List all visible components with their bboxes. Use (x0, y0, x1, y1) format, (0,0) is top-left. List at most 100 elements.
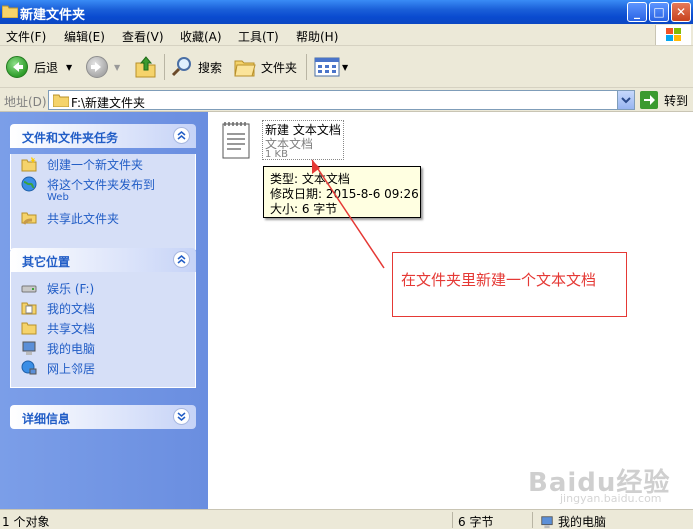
go-label: 转到 (664, 93, 689, 108)
file-label: 新建 文本文档 文本文档 1 KB (262, 120, 344, 160)
maximize-button[interactable]: □ (649, 2, 669, 22)
place-drive-f[interactable]: 娱乐 (F:) (11, 278, 195, 298)
places-panel-title: 其它位置 (22, 255, 71, 269)
place-my-documents-label: 我的文档 (47, 302, 96, 316)
my-computer-icon (541, 515, 553, 528)
folders-icon (234, 60, 256, 77)
toolbar-divider (306, 54, 307, 80)
status-divider (532, 512, 533, 528)
minimize-button[interactable]: _ (627, 2, 647, 22)
status-object-count: 1 个对象 (2, 515, 50, 529)
my-computer-icon (21, 340, 37, 356)
my-documents-icon (21, 300, 37, 316)
place-shared-documents[interactable]: 共享文档 (11, 318, 195, 338)
task-new-folder-label: 创建一个新文件夹 (47, 158, 144, 172)
status-size: 6 字节 (458, 515, 494, 529)
forward-arrow-icon (86, 56, 108, 78)
places-panel-body: 娱乐 (F:) 我的文档 共享文档 我的电脑 网上邻居 (10, 272, 196, 388)
address-bar: 地址(D) F:\新建文件夹 转到 (0, 88, 693, 112)
task-pane: 文件和文件夹任务 创建一个新文件夹 将这个文件夹发布到 Web 共享此文件夹 其… (0, 112, 208, 509)
place-my-computer[interactable]: 我的电脑 (11, 338, 195, 358)
back-label: 后退 (34, 60, 59, 75)
place-my-computer-label: 我的电脑 (47, 342, 96, 356)
address-input[interactable]: F:\新建文件夹 (48, 90, 635, 110)
details-panel: 详细信息 (10, 405, 196, 429)
toolbar-divider (164, 54, 165, 80)
status-bar: 1 个对象 6 字节 我的电脑 (0, 509, 693, 529)
place-shared-documents-label: 共享文档 (47, 322, 96, 336)
views-button[interactable]: ▼ (314, 54, 348, 80)
annotation-text: 在文件夹里新建一个文本文档 (401, 271, 597, 289)
share-folder-icon (21, 210, 37, 226)
status-location-label: 我的电脑 (558, 515, 607, 529)
views-dropdown-icon[interactable]: ▼ (342, 63, 348, 72)
drive-icon (21, 280, 37, 296)
address-label: 地址(D) (4, 95, 47, 109)
window-title: 新建文件夹 (20, 8, 86, 23)
folders-button[interactable]: 文件夹 (233, 54, 297, 80)
menu-view[interactable]: 查看(V) (122, 28, 164, 45)
search-label: 搜索 (198, 60, 223, 75)
menu-help[interactable]: 帮助(H) (296, 28, 338, 45)
search-icon (171, 57, 191, 77)
collapse-chevron-icon[interactable] (173, 251, 190, 268)
go-button[interactable]: 转到 (640, 91, 688, 109)
task-publish-web-sub: Web (47, 192, 69, 203)
tasks-panel: 文件和文件夹任务 创建一个新文件夹 将这个文件夹发布到 Web 共享此文件夹 (10, 124, 196, 250)
toolbar: 后退 ▼ ▼ 搜索 文件夹 ▼ (0, 46, 693, 88)
task-share-folder-label: 共享此文件夹 (47, 212, 120, 226)
places-panel-header[interactable]: 其它位置 (10, 248, 196, 272)
go-arrow-icon (640, 91, 658, 109)
shared-documents-icon (21, 320, 37, 336)
up-folder-button[interactable] (134, 54, 158, 80)
status-divider (452, 512, 453, 528)
file-tooltip: 类型: 文本文档 修改日期: 2015-8-6 09:26 大小: 6 字节 (263, 166, 421, 218)
text-document-icon (220, 120, 252, 160)
windows-logo-icon (655, 25, 691, 45)
places-panel: 其它位置 娱乐 (F:) 我的文档 共享文档 我的电脑 网上邻居 (10, 248, 196, 388)
search-button[interactable]: 搜索 (170, 54, 222, 80)
tasks-panel-title: 文件和文件夹任务 (22, 131, 119, 145)
close-button[interactable]: ✕ (671, 2, 691, 22)
file-list-area[interactable]: 新建 文本文档 文本文档 1 KB 类型: 文本文档 修改日期: 2015-8-… (208, 112, 693, 509)
collapse-chevron-icon[interactable] (173, 127, 190, 144)
folder-icon (52, 94, 70, 110)
task-new-folder[interactable]: 创建一个新文件夹 (11, 154, 195, 174)
task-share-folder[interactable]: 共享此文件夹 (11, 208, 195, 228)
menu-file[interactable]: 文件(F) (6, 28, 46, 45)
views-icon (314, 57, 340, 77)
title-bar: 新建文件夹 _ □ ✕ (0, 0, 693, 24)
up-folder-icon (135, 56, 156, 78)
menu-edit[interactable]: 编辑(E) (64, 28, 105, 45)
file-size: 1 KB (265, 149, 288, 160)
publish-web-icon (21, 176, 37, 192)
task-publish-web-label: 将这个文件夹发布到 (47, 178, 156, 192)
tasks-panel-body: 创建一个新文件夹 将这个文件夹发布到 Web 共享此文件夹 (10, 154, 196, 250)
forward-button[interactable]: ▼ (86, 54, 120, 80)
place-network-label: 网上邻居 (47, 362, 96, 376)
back-button[interactable]: 后退 ▼ (6, 54, 72, 80)
place-my-documents[interactable]: 我的文档 (11, 298, 195, 318)
details-panel-title: 详细信息 (22, 412, 71, 426)
network-places-icon (21, 360, 37, 376)
tasks-panel-header[interactable]: 文件和文件夹任务 (10, 124, 196, 148)
back-dropdown-icon[interactable]: ▼ (66, 63, 72, 72)
folders-label: 文件夹 (261, 60, 298, 75)
menu-favorites[interactable]: 收藏(A) (180, 28, 222, 45)
task-publish-web[interactable]: 将这个文件夹发布到 Web (11, 174, 195, 203)
menu-bar: 文件(F) 编辑(E) 查看(V) 收藏(A) 工具(T) 帮助(H) (0, 24, 693, 46)
address-value: F:\新建文件夹 (71, 96, 146, 110)
new-folder-icon (21, 156, 37, 172)
forward-dropdown-icon[interactable]: ▼ (114, 63, 120, 72)
place-network[interactable]: 网上邻居 (11, 358, 195, 378)
file-item[interactable]: 新建 文本文档 文本文档 1 KB (220, 118, 350, 162)
address-dropdown-button[interactable] (617, 91, 634, 109)
details-panel-header[interactable]: 详细信息 (10, 405, 196, 429)
watermark-url: jingyan.baidu.com (560, 492, 662, 505)
folder-icon (1, 4, 19, 19)
expand-chevron-icon[interactable] (173, 408, 190, 425)
menu-tools[interactable]: 工具(T) (238, 28, 279, 45)
status-location: 我的电脑 (540, 513, 606, 529)
tooltip-size: 大小: 6 字节 (270, 202, 338, 216)
back-arrow-icon (6, 56, 28, 78)
